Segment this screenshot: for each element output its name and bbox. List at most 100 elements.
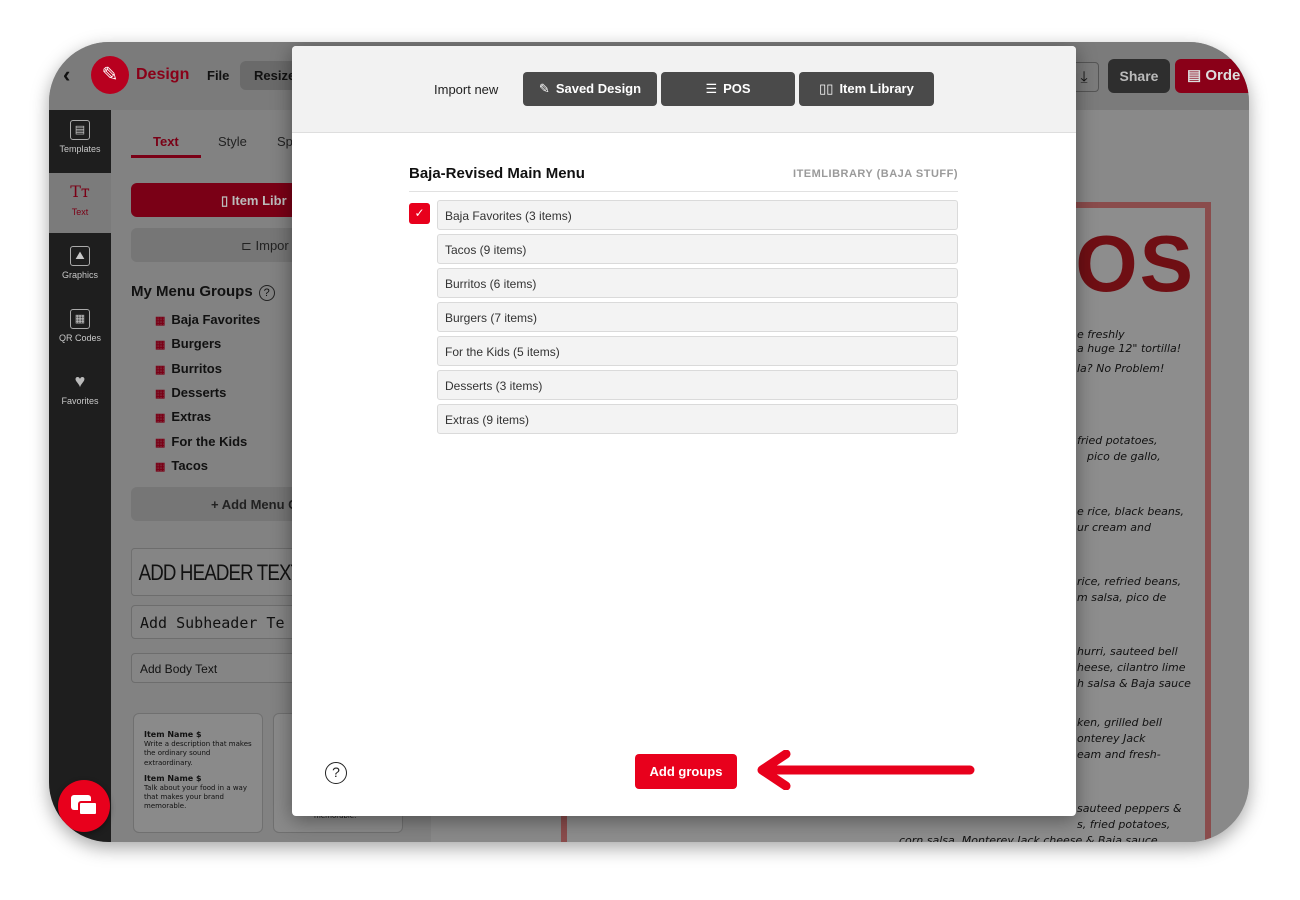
list-icon: ☰ bbox=[705, 81, 718, 96]
saved-design-button[interactable]: ✎ Saved Design bbox=[523, 72, 657, 106]
tab-style[interactable]: Style bbox=[218, 134, 247, 149]
menu-group-item[interactable]: ▦ Burgers bbox=[155, 336, 221, 351]
help-icon[interactable]: ? bbox=[325, 762, 347, 784]
menu-group-label: Desserts bbox=[171, 385, 227, 400]
template-item-desc: Talk about your food in a way that makes… bbox=[144, 784, 247, 811]
group-row[interactable]: For the Kids (5 items) bbox=[437, 336, 958, 366]
menu-text: h salsa & Baja sauce bbox=[1077, 677, 1191, 690]
rail-templates[interactable]: ▤ Templates bbox=[49, 110, 111, 170]
menu-text: s, fried potatoes, bbox=[1077, 818, 1171, 831]
menu-group-label: Burritos bbox=[171, 361, 222, 376]
menu-group-item[interactable]: ▦ Burritos bbox=[155, 361, 222, 376]
share-button[interactable]: Share bbox=[1108, 59, 1170, 93]
add-groups-button[interactable]: Add groups bbox=[635, 754, 737, 789]
menu-title: Baja-Revised Main Menu bbox=[409, 165, 585, 182]
modal-header: Import new ✎ Saved Design ☰ POS ▯▯ Item Lib… bbox=[292, 46, 1076, 133]
order-label: Orde bbox=[1205, 67, 1241, 84]
file-menu[interactable]: File bbox=[207, 68, 229, 83]
heart-icon: ♥ bbox=[74, 371, 86, 391]
pos-label: POS bbox=[723, 81, 751, 96]
menu-group-label: Baja Favorites bbox=[171, 312, 261, 327]
my-menu-groups-heading: My Menu Groups? bbox=[131, 283, 275, 301]
menu-text: la? No Problem! bbox=[1077, 362, 1165, 375]
order-button[interactable]: ▤ Orde bbox=[1175, 59, 1249, 93]
divider bbox=[409, 191, 958, 192]
tab-spacing[interactable]: Sp bbox=[277, 134, 293, 149]
rail-label: Templates bbox=[59, 144, 101, 154]
menu-group-item[interactable]: ▦ Extras bbox=[155, 409, 211, 424]
rail-graphics[interactable]: ⛰ Graphics bbox=[49, 236, 111, 296]
menu-text: corn salsa, Monterey Jack cheese & Baja … bbox=[899, 834, 1158, 842]
import-label: Impor bbox=[255, 238, 289, 253]
book-icon: ▦ bbox=[155, 339, 166, 351]
pos-button[interactable]: ☰ POS bbox=[661, 72, 795, 106]
book-icon: ▦ bbox=[155, 437, 166, 449]
menu-text: a huge 12" tortilla! bbox=[1077, 342, 1182, 355]
menu-group-label: Burgers bbox=[171, 336, 222, 351]
book-icon: ▦ bbox=[155, 315, 166, 327]
book-icon: ▦ bbox=[155, 461, 166, 473]
text-template-card[interactable]: Item Name $ Write a description that mak… bbox=[133, 713, 263, 833]
rail-label: Text bbox=[71, 207, 89, 217]
menu-group-item[interactable]: ▦ Tacos bbox=[155, 458, 208, 473]
template-item-name: Item Name $ bbox=[144, 773, 202, 783]
item-library-source-button[interactable]: ▯▯ Item Library bbox=[799, 72, 934, 106]
menu-group-item[interactable]: ▦ For the Kids bbox=[155, 434, 247, 449]
menu-group-label: For the Kids bbox=[171, 434, 248, 449]
app-window: ‹ ✎ Design File Resize ⤓ Share ▤ Orde ▤ … bbox=[49, 42, 1249, 842]
brush-logo-icon: ✎ bbox=[91, 56, 129, 94]
menu-text: m salsa, pico de bbox=[1077, 591, 1167, 604]
import-groups-modal: Import new ✎ Saved Design ☰ POS ▯▯ Item Lib… bbox=[292, 46, 1076, 816]
template-item-desc: Write a description that makes the ordin… bbox=[144, 740, 252, 767]
help-icon[interactable]: ? bbox=[258, 285, 275, 301]
menu-text: sauteed peppers & bbox=[1077, 802, 1182, 815]
group-row[interactable]: Burgers (7 items) bbox=[437, 302, 958, 332]
group-checkbox-checked[interactable]: ✓ bbox=[409, 203, 430, 224]
rail-qr-codes[interactable]: ▦ QR Codes bbox=[49, 299, 111, 359]
back-icon[interactable]: ‹ bbox=[63, 62, 70, 88]
book-icon: ▯ bbox=[221, 193, 232, 208]
group-row[interactable]: Baja Favorites (3 items) bbox=[437, 200, 958, 230]
menu-text: hurri, sauteed bell bbox=[1077, 645, 1178, 658]
item-library-source-label: Item Library bbox=[839, 81, 914, 96]
menu-group-label: Tacos bbox=[171, 458, 209, 473]
app-title: Design bbox=[136, 66, 190, 83]
menu-text: rice, refried beans, bbox=[1077, 575, 1182, 588]
image-icon: ⛰ bbox=[70, 246, 90, 266]
menu-text: e freshly bbox=[1077, 328, 1125, 341]
text-icon: Tт bbox=[70, 182, 90, 201]
active-tab-indicator bbox=[131, 155, 201, 158]
rail-label: Favorites bbox=[61, 396, 99, 406]
group-row[interactable]: Burritos (6 items) bbox=[437, 268, 958, 298]
tab-text[interactable]: Text bbox=[153, 134, 179, 149]
menu-group-item[interactable]: ▦ Baja Favorites bbox=[155, 312, 260, 327]
rail-label: Graphics bbox=[61, 270, 98, 280]
import-icon: ⊏ bbox=[241, 238, 256, 253]
check-icon: ✓ bbox=[414, 206, 425, 220]
book-icon: ▯▯ bbox=[819, 81, 834, 96]
group-row[interactable]: Tacos (9 items) bbox=[437, 234, 958, 264]
menu-text: heese, cilantro lime bbox=[1077, 661, 1186, 674]
rail-favorites[interactable]: ♥ Favorites bbox=[49, 362, 111, 422]
menu-text: ur cream and bbox=[1077, 521, 1151, 534]
left-rail: ▤ Templates Tт Text ⛰ Graphics ▦ QR Code… bbox=[49, 110, 111, 842]
rail-text[interactable]: Tт Text bbox=[49, 173, 111, 233]
group-row[interactable]: Desserts (3 items) bbox=[437, 370, 958, 400]
templates-icon: ▤ bbox=[70, 120, 90, 140]
menu-text: onterey Jack bbox=[1077, 732, 1146, 745]
chat-icon[interactable] bbox=[58, 780, 110, 832]
item-library-label: Item Libr bbox=[231, 193, 287, 208]
menu-group-label: Extras bbox=[171, 409, 212, 424]
group-row[interactable]: Extras (9 items) bbox=[437, 404, 958, 434]
chat-bubble-front bbox=[78, 801, 98, 816]
template-item-name: Item Name $ bbox=[144, 730, 202, 739]
menu-text: eam and fresh- bbox=[1077, 748, 1161, 761]
menu-group-item[interactable]: ▦ Desserts bbox=[155, 385, 226, 400]
qr-code-icon: ▦ bbox=[70, 309, 90, 329]
book-icon: ▦ bbox=[155, 388, 166, 400]
book-icon: ▦ bbox=[155, 364, 166, 376]
menu-text: e rice, black beans, bbox=[1077, 505, 1185, 518]
menu-text: fried potatoes, bbox=[1077, 434, 1158, 447]
menu-source: ITEMLIBRARY (BAJA STUFF) bbox=[793, 168, 958, 180]
brush-icon: ✎ bbox=[538, 81, 550, 96]
